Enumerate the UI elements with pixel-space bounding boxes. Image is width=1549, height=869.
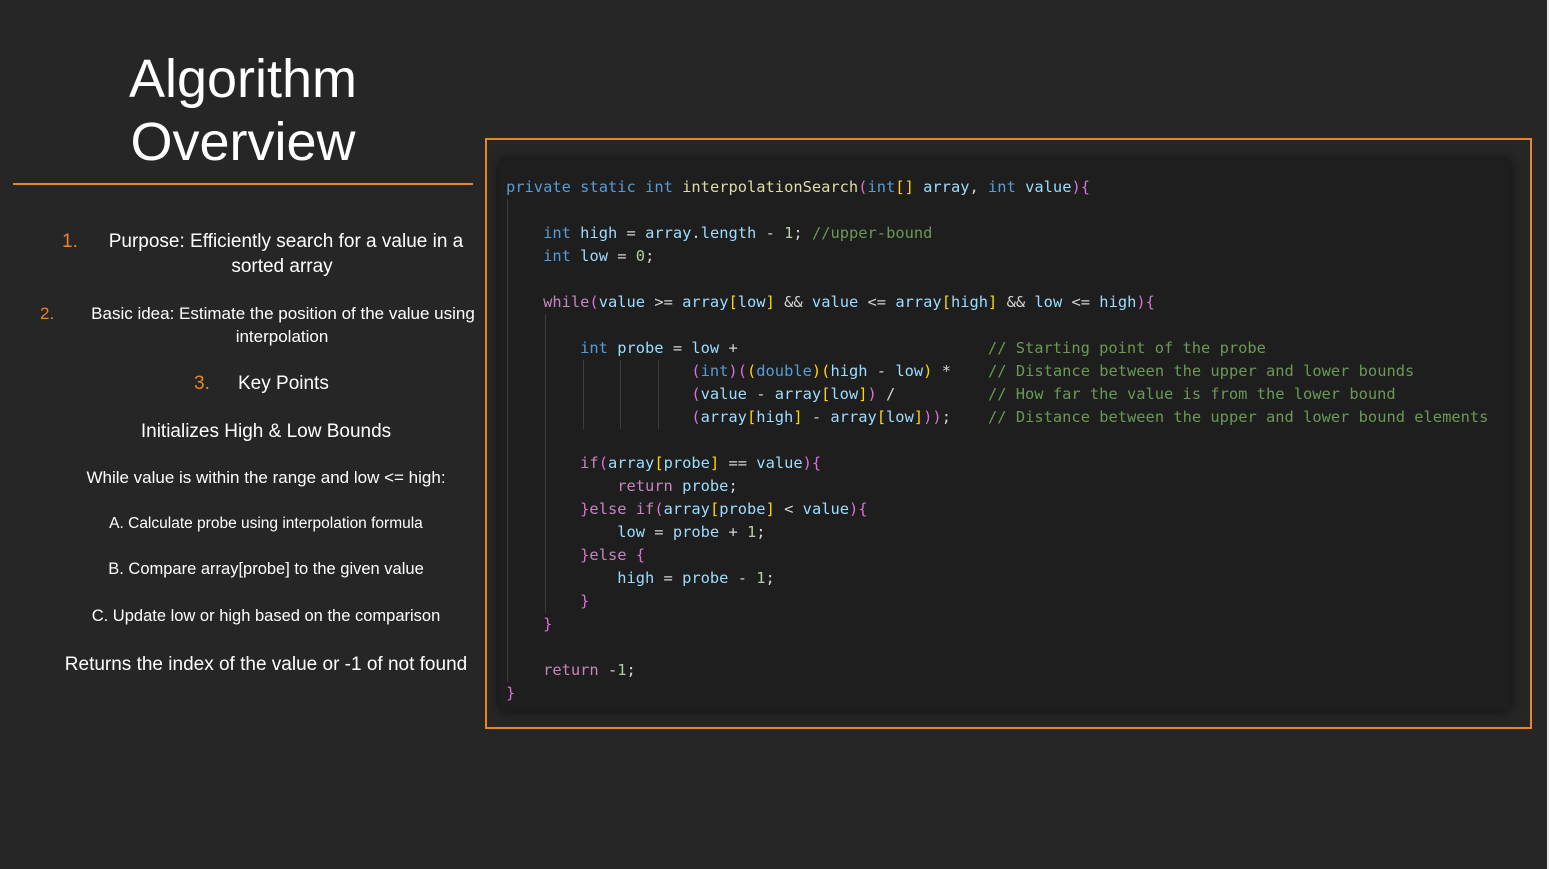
code-line: while(value >= array[low] && value <= ar… [543,293,1155,311]
list-item-text: Purpose: Efficiently search for a value … [108,231,464,252]
code-line: high = probe - 1; [617,569,775,587]
code-line: } [543,615,553,633]
list-item-continuation: sorted array [182,256,382,278]
list-item-text: Key Points [238,373,329,394]
code-line: return -1; [543,661,636,679]
key-point-text: Initializes High & Low Bounds [140,421,392,442]
code-line: private static int interpolationSearch(i… [506,178,1091,196]
key-point-init-bounds: Initializes High & Low Bounds [58,421,474,443]
code-line: int low = 0; [543,247,655,265]
code-line: }else { [580,546,646,564]
slide-title: Algorithm Overview [13,48,473,174]
title-line-1: Algorithm [128,49,358,109]
list-number: 2. [40,304,55,323]
key-point-text: While value is within the range and low … [86,468,446,487]
sub-point-text: B. Compare array[probe] to the given val… [108,560,424,578]
sub-point-c: C. Update low or high based on the compa… [58,607,474,626]
code-line: } [506,684,516,702]
code-line: int probe = low + // Starting point of t… [580,339,1266,357]
code-line: return probe; [617,477,738,495]
list-number: 1. [62,231,78,252]
list-item-purpose: 1. Purpose: Efficiently search for a val… [58,231,468,253]
code-line: (array[high] - array[low])); // Distance… [691,408,1489,426]
sub-point-text: A. Calculate probe using interpolation f… [109,515,423,532]
key-point-text: Returns the index of the value or -1 of … [64,654,468,675]
list-item-continuation: interpolation [182,327,382,347]
code-line: int high = array.length - 1; //upper-bou… [543,224,933,242]
code-line: low = probe + 1; [617,523,766,541]
title-underline [13,183,473,185]
code-line: if(array[probe] == value){ [580,454,822,472]
list-item-text: interpolation [235,327,329,346]
code-block: private static int interpolationSearch(i… [506,176,1488,705]
code-line: } [580,592,590,610]
list-item-basic-idea: 2. Basic idea: Estimate the position of … [38,304,484,324]
key-point-while: While value is within the range and low … [58,468,474,488]
list-number: 3. [194,373,210,394]
list-item-text: sorted array [231,256,333,277]
key-point-returns: Returns the index of the value or -1 of … [58,654,474,676]
code-line: }else if(array[probe] < value){ [580,500,868,518]
title-line-2: Overview [130,112,356,172]
sub-point-text: C. Update low or high based on the compa… [91,607,441,625]
code-line: (int)((double)(high - low) * // Distance… [691,362,1415,380]
sub-point-b: B. Compare array[probe] to the given val… [58,560,474,579]
list-item-text: Basic idea: Estimate the position of the… [91,304,475,323]
sub-point-a: A. Calculate probe using interpolation f… [58,515,474,533]
list-item-key-points: 3. Key Points [194,373,334,395]
code-line: (value - array[low]) / // How far the va… [691,385,1396,403]
